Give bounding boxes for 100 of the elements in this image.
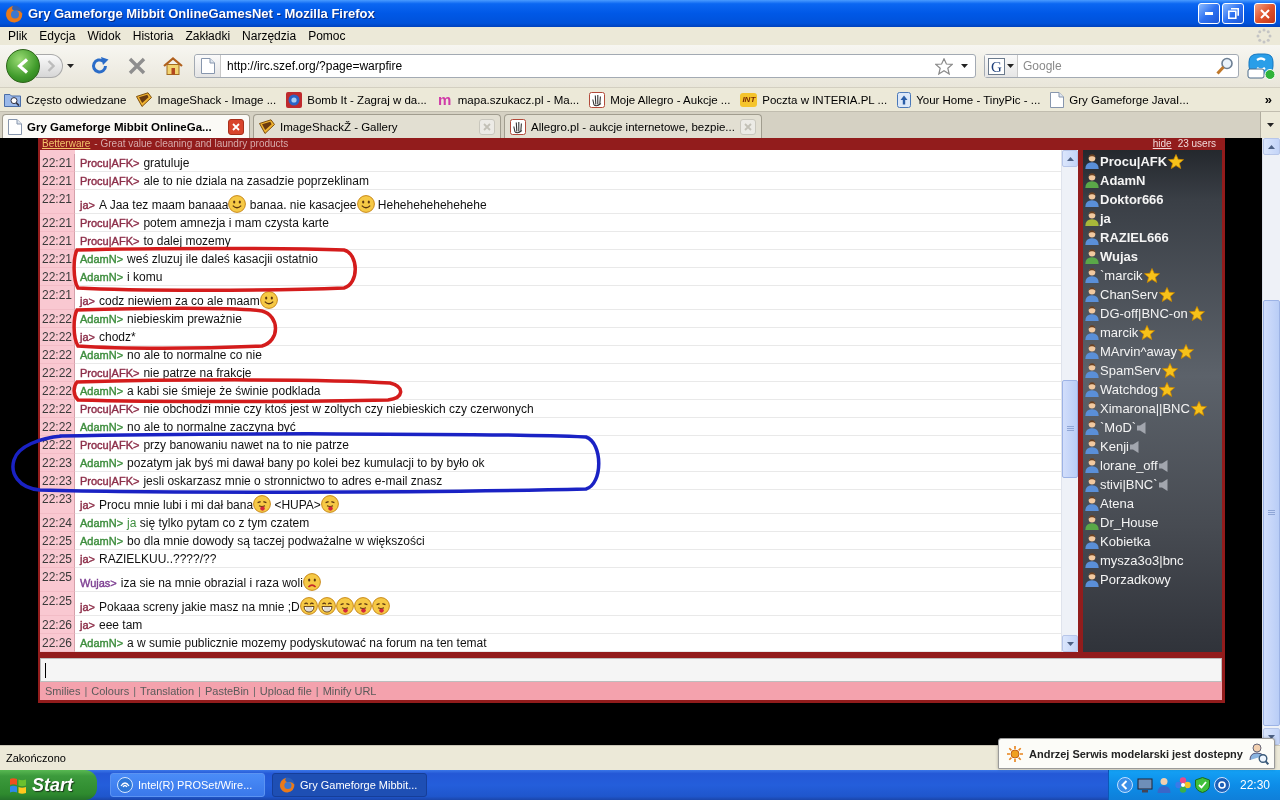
- status-text: Zakończono: [6, 752, 66, 764]
- timestamp: 22:21: [40, 268, 75, 286]
- menu-item[interactable]: Plik: [2, 27, 34, 45]
- message-text: i komu: [127, 268, 163, 285]
- restore-button[interactable]: [1222, 3, 1244, 24]
- toolbar-link[interactable]: PasteBin: [204, 685, 249, 697]
- tray-button[interactable]: [1174, 777, 1191, 793]
- menu-item[interactable]: Narzędzia: [236, 27, 303, 45]
- tray-button[interactable]: [1136, 777, 1153, 793]
- tab-list-button[interactable]: [1260, 112, 1280, 138]
- user-list-item[interactable]: Kobietka: [1083, 532, 1222, 551]
- globe-icon: [279, 777, 295, 793]
- toolbar-link[interactable]: Upload file: [259, 685, 312, 697]
- bookmark[interactable]: Często odwiedzane: [2, 89, 129, 110]
- user-list-item[interactable]: SpamServ: [1083, 361, 1222, 380]
- user-list-item[interactable]: DG-off|BNC-on: [1083, 304, 1222, 323]
- bookmark[interactable]: Gry Gameforge JavaI...: [1048, 89, 1191, 110]
- bookmark[interactable]: Your Home - TinyPic - ...: [895, 89, 1043, 110]
- user-list-item[interactable]: Doktor666: [1083, 190, 1222, 209]
- close-button[interactable]: [1254, 3, 1276, 24]
- menu-item[interactable]: Zakładki: [179, 27, 237, 45]
- stop-icon: [128, 57, 146, 75]
- taskbar-button[interactable]: Intel(R) PROSet/Wire...: [110, 773, 265, 797]
- message-text: <HUPA>: [273, 497, 321, 513]
- timestamp: 22:22: [40, 382, 75, 400]
- nickname: ja>: [80, 498, 95, 513]
- toolbar-link[interactable]: Minify URL: [322, 685, 377, 697]
- user-list-item[interactable]: mysza3o3|bnc: [1083, 551, 1222, 570]
- tray-button[interactable]: [1156, 777, 1171, 793]
- user-list-item[interactable]: AdamN: [1083, 171, 1222, 190]
- bookmark[interactable]: Moje Allegro - Aukcje ...: [587, 89, 733, 110]
- scroll-up-button[interactable]: [1062, 150, 1078, 167]
- user-list-item[interactable]: Watchdog: [1083, 380, 1222, 399]
- user-list-item[interactable]: RAZIEL666: [1083, 228, 1222, 247]
- taskbar-button[interactable]: Gry Gameforge Mibbit...: [272, 773, 427, 797]
- bookmark[interactable]: ImageShack - Image ...: [134, 89, 279, 110]
- user-list-item[interactable]: ja: [1083, 209, 1222, 228]
- forward-button[interactable]: [36, 54, 63, 78]
- user-list-item[interactable]: Kenji: [1083, 437, 1222, 456]
- user-list-item[interactable]: Atena: [1083, 494, 1222, 513]
- toolbar-link[interactable]: Smilies: [45, 685, 81, 697]
- message-input[interactable]: [40, 658, 1222, 682]
- start-button[interactable]: Start: [0, 770, 97, 800]
- toolbar-app-button[interactable]: [1246, 52, 1276, 80]
- show-hidden-icons-button[interactable]: [1116, 777, 1133, 793]
- nickname: ja>: [80, 551, 95, 567]
- search-icon: [1216, 57, 1234, 75]
- user-list-item[interactable]: marcik: [1083, 323, 1222, 342]
- bookmark[interactable]: m mapa.szukacz.pl - Ma...: [434, 89, 582, 110]
- user-list-item[interactable]: ChanServ: [1083, 285, 1222, 304]
- browser-tab[interactable]: Gry Gameforge Mibbit OnlineGa...: [2, 114, 250, 138]
- toolbar-link[interactable]: Colours: [91, 685, 130, 697]
- star-icon: [1190, 401, 1207, 416]
- caret-icon: [961, 64, 968, 68]
- user-list-item[interactable]: Procu|AFK: [1083, 152, 1222, 171]
- bookmark[interactable]: INT Poczta w INTERIA.PL ...: [738, 89, 890, 110]
- home-icon: [163, 57, 183, 75]
- user-list-item[interactable]: Wujas: [1083, 247, 1222, 266]
- search-field[interactable]: G Google: [984, 54, 1239, 78]
- back-button[interactable]: [6, 49, 40, 83]
- scroll-up-button[interactable]: [1263, 138, 1280, 155]
- scroll-thumb[interactable]: [1062, 380, 1078, 478]
- user-list-item[interactable]: MArvin^away: [1083, 342, 1222, 361]
- caret-icon: [66, 64, 74, 68]
- timestamp: 22:22: [40, 328, 75, 346]
- user-list-item[interactable]: stivi|BNC`: [1083, 475, 1222, 494]
- toolbar-link[interactable]: Translation: [140, 685, 195, 697]
- browser-tab[interactable]: ImageShackŽ - Gallery: [253, 114, 501, 138]
- scroll-down-button[interactable]: [1062, 635, 1078, 652]
- minimize-button[interactable]: [1198, 3, 1220, 24]
- ad-link[interactable]: Betterware: [42, 138, 91, 150]
- link-separator: |: [253, 685, 256, 697]
- menu-item[interactable]: Widok: [81, 27, 127, 45]
- menu-item[interactable]: Historia: [126, 27, 180, 45]
- menu-item[interactable]: Edycja: [33, 27, 82, 45]
- message-text: ale to nie dziala na zasadzie poprzeklinam: [143, 172, 369, 189]
- user-count: 23 users: [1177, 138, 1216, 150]
- page-scrollbar[interactable]: [1262, 138, 1280, 745]
- user-list-item[interactable]: `MoD`: [1083, 418, 1222, 437]
- browser-tab[interactable]: Allegro.pl - aukcje internetowe, bezpie...: [504, 114, 762, 138]
- user-list-item[interactable]: Dr_House: [1083, 513, 1222, 532]
- user-list-item[interactable]: `marcik: [1083, 266, 1222, 285]
- message-text: no ale to normalne co nie: [127, 346, 262, 363]
- user-list-item[interactable]: lorane_off: [1083, 456, 1222, 475]
- tongue-out-face-icon: [371, 597, 390, 615]
- address-field[interactable]: http://irc.szef.org/?page=warpfire: [194, 54, 976, 78]
- speaker-icon: [1129, 440, 1139, 453]
- scrollbar[interactable]: [1061, 150, 1078, 652]
- bookmark[interactable]: Bomb It - Zagraj w da...: [284, 89, 429, 110]
- close-tab-button[interactable]: [228, 118, 244, 135]
- hide-link[interactable]: hide: [1152, 138, 1172, 150]
- scroll-thumb[interactable]: [1263, 300, 1280, 726]
- more-bookmarks-button[interactable]: »: [1262, 92, 1274, 107]
- user-list-item[interactable]: Ximarona||BNC: [1083, 399, 1222, 418]
- tray-button[interactable]: [1194, 777, 1210, 793]
- timestamp: 22:23: [40, 472, 75, 490]
- menu-item[interactable]: Pomoc: [302, 27, 352, 45]
- search-engine-button[interactable]: G: [985, 55, 1018, 77]
- user-list-item[interactable]: Porzadkowy: [1083, 570, 1222, 589]
- close-icon: [232, 122, 240, 131]
